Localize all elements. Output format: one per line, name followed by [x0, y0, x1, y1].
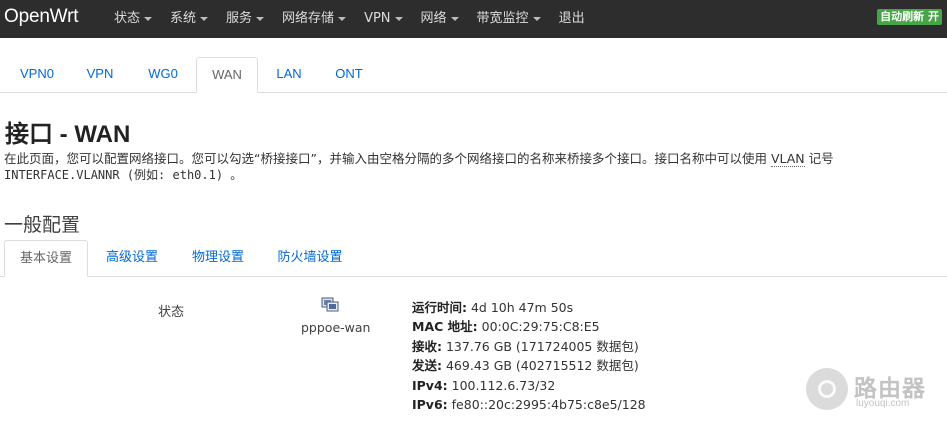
tab-lan[interactable]: LAN: [262, 57, 316, 93]
ipv6-row: IPv6: fe80::20c:2995:4b75:c8e5/128: [412, 395, 646, 414]
menu-services-label: 服务: [226, 11, 253, 26]
page-title: 接口 - WAN: [5, 121, 131, 148]
mac-value: 00:0C:29:75:C8:E5: [481, 319, 600, 335]
caret-down-icon: [338, 16, 347, 21]
description-text: 在此页面，您可以配置网络接口。您可以勾选“桥接接口”，并输入由空格分隔的多个网络…: [4, 151, 771, 166]
ipv6-key: IPv6:: [412, 396, 448, 412]
watermark-subtext: luyouqi.com: [856, 398, 910, 409]
ipv4-value: 100.112.6.73/32: [451, 377, 556, 393]
config-tabs: 基本设置 高级设置 物理设置 防火墙设置: [0, 240, 947, 277]
menu-system-label: 系统: [170, 11, 197, 26]
menu-logout-label: 退出: [558, 11, 585, 26]
uptime-value: 4d 10h 47m 50s: [470, 300, 574, 315]
menu-bandwidth-label: 带宽监控: [476, 11, 529, 26]
autorefresh-toggle[interactable]: 自动刷新 开: [877, 9, 942, 25]
ipv4-row: IPv4: 100.112.6.73/32: [412, 376, 646, 395]
top-navbar: OpenWrt 状态 系统 服务 网络存储 VPN 网络 带宽监控 退出 自动刷…: [0, 0, 947, 38]
vlan-abbr: VLAN: [770, 151, 805, 167]
page-description-example: INTERFACE.VLANNR (例如: eth0.1) 。: [4, 168, 243, 182]
uptime-row: 运行时间: 4d 10h 47m 50s: [412, 298, 646, 317]
caret-down-icon: [532, 16, 541, 21]
tab-vpn[interactable]: VPN: [72, 57, 128, 93]
tab-advanced-settings[interactable]: 高级设置: [92, 240, 172, 277]
menu-network[interactable]: 网络: [412, 0, 468, 38]
caret-down-icon: [256, 16, 265, 21]
rx-row: 接收: 137.76 GB (171724005 数据包): [412, 337, 646, 356]
tab-vpn0[interactable]: VPN0: [7, 57, 67, 93]
caret-down-icon: [450, 16, 459, 21]
menu-system[interactable]: 系统: [161, 0, 217, 38]
tx-key: 发送:: [412, 358, 442, 374]
menu-vpn-label: VPN: [364, 11, 391, 26]
tab-ont[interactable]: ONT: [320, 57, 378, 93]
tab-firewall-settings[interactable]: 防火墙设置: [264, 240, 356, 277]
status-info: 运行时间: 4d 10h 47m 50s MAC 地址: 00:0C:29:75…: [412, 298, 646, 414]
mac-row: MAC 地址: 00:0C:29:75:C8:E5: [412, 317, 646, 336]
menu-status-label: 状态: [114, 11, 141, 26]
section-title: 一般配置: [4, 214, 81, 236]
rx-value: 137.76 GB (171724005 数据包): [445, 338, 639, 354]
menu-nas-label: 网络存储: [282, 11, 335, 26]
description-text-end: 记号: [804, 151, 834, 166]
caret-down-icon: [394, 16, 403, 21]
page-description: 在此页面，您可以配置网络接口。您可以勾选“桥接接口”，并输入由空格分隔的多个网络…: [4, 148, 834, 167]
menu-status[interactable]: 状态: [105, 0, 161, 38]
watermark-logo-icon: [806, 368, 848, 410]
caret-down-icon: [200, 16, 209, 21]
interface-name: pppoe-wan: [301, 320, 371, 335]
menu-bandwidth[interactable]: 带宽监控: [468, 0, 550, 38]
tab-physical-settings[interactable]: 物理设置: [178, 240, 258, 277]
brand-logo[interactable]: OpenWrt: [4, 6, 78, 28]
tab-basic-settings[interactable]: 基本设置: [4, 240, 88, 277]
menu-network-label: 网络: [420, 11, 447, 26]
tx-value: 469.43 GB (402715512 数据包): [445, 358, 639, 374]
ethernet-icon: [321, 297, 339, 312]
uptime-key: 运行时间:: [412, 300, 467, 315]
menu-nas[interactable]: 网络存储: [273, 0, 355, 38]
rx-key: 接收:: [412, 338, 442, 354]
interface-tabs: VPN0 VPN WG0 WAN LAN ONT: [0, 57, 947, 93]
mac-key: MAC 地址:: [412, 319, 478, 335]
menu-logout[interactable]: 退出: [550, 0, 594, 38]
tab-wan[interactable]: WAN: [196, 57, 258, 93]
ipv6-value: fe80::20c:2995:4b75:c8e5/128: [451, 396, 646, 412]
status-label: 状态: [158, 305, 185, 320]
ipv4-key: IPv4:: [412, 377, 448, 393]
watermark-ring: [818, 380, 836, 398]
menu-vpn[interactable]: VPN: [355, 0, 411, 38]
caret-down-icon: [144, 16, 153, 21]
tx-row: 发送: 469.43 GB (402715512 数据包): [412, 356, 646, 375]
tab-wg0[interactable]: WG0: [133, 57, 193, 93]
menu-services[interactable]: 服务: [217, 0, 273, 38]
main-menu: 状态 系统 服务 网络存储 VPN 网络 带宽监控 退出: [105, 0, 594, 38]
